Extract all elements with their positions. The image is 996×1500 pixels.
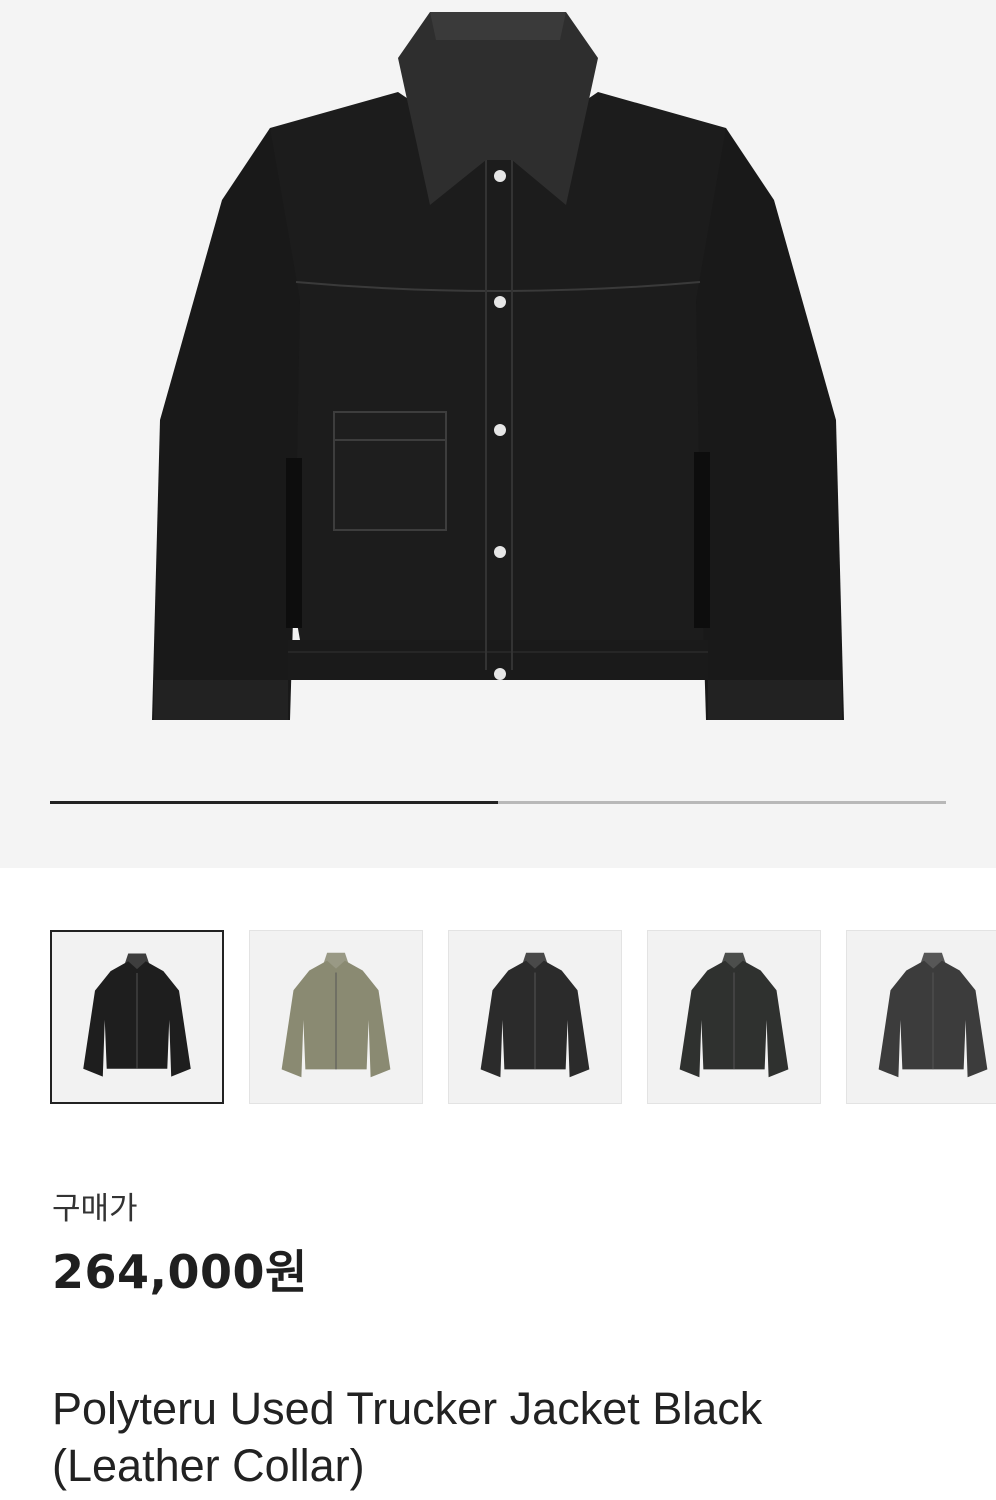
jacket-thumbnail-icon — [281, 952, 391, 1078]
thumbnail-strip — [50, 930, 996, 1104]
product-image-hero[interactable] — [0, 0, 996, 868]
slide-progress-fill — [50, 800, 498, 804]
thumb-grey[interactable] — [846, 930, 996, 1104]
jacket-thumbnail-icon — [480, 952, 590, 1078]
thumb-charcoal-2[interactable] — [647, 930, 821, 1104]
jacket-photo — [152, 12, 844, 720]
slide-progress-track — [50, 800, 946, 804]
product-title: Polyteru Used Trucker Jacket Black (Leat… — [52, 1380, 952, 1494]
jacket-thumbnail-icon — [878, 952, 988, 1078]
thumb-camo[interactable] — [249, 930, 423, 1104]
product-title-line-2: (Leather Collar) — [52, 1440, 365, 1491]
thumb-charcoal-1[interactable] — [448, 930, 622, 1104]
jacket-thumbnail-icon — [679, 952, 789, 1078]
product-title-line-1: Polyteru Used Trucker Jacket Black — [52, 1383, 763, 1434]
thumb-black-leather-collar[interactable] — [50, 930, 224, 1104]
product-price: 264,000원 — [52, 1245, 308, 1299]
price-label: 구매가 — [52, 1191, 138, 1227]
jacket-thumbnail-icon — [83, 953, 191, 1077]
